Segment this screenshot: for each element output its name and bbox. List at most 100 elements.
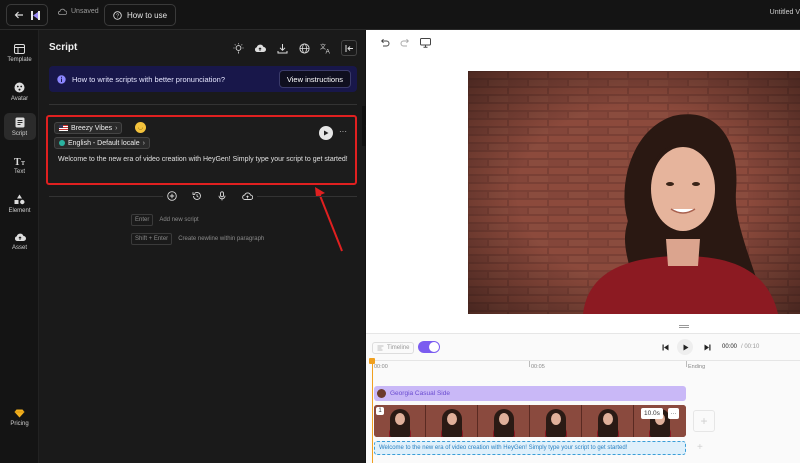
tick-line [529, 361, 530, 367]
skip-back-button[interactable] [657, 339, 673, 355]
avatar-thumbnail [377, 389, 386, 398]
language-button[interactable] [297, 41, 311, 55]
nav-label-avatar: Avatar [10, 96, 29, 102]
microphone-icon[interactable] [217, 191, 227, 201]
add-script-button[interactable]: + [697, 442, 703, 453]
collapse-panel-button[interactable] [341, 40, 357, 56]
us-flag-icon [59, 125, 68, 131]
script-icon [15, 117, 24, 128]
chevron-right-icon: › [115, 124, 118, 132]
template-icon [14, 44, 25, 54]
resize-grip[interactable] [679, 325, 689, 328]
locale-selector[interactable]: English - Default locale › [54, 137, 150, 149]
nav-item-template[interactable]: Template [0, 40, 39, 66]
emotion-icon[interactable]: ◡ [135, 122, 146, 133]
more-options-button[interactable]: ··· [339, 127, 347, 136]
timeline-label-chip[interactable]: Timeline [372, 342, 415, 354]
total-time: / 00:10 [741, 344, 760, 350]
locale-name: English - Default locale [68, 139, 140, 147]
chevron-right-icon: › [142, 139, 145, 147]
nav-item-pricing[interactable]: Pricing [0, 405, 39, 430]
svg-text:A: A [326, 48, 331, 54]
divider [49, 104, 357, 105]
help-icon: ? [113, 10, 122, 20]
redo-icon[interactable] [400, 38, 410, 48]
canvas-toolbar [380, 38, 431, 48]
clip-duration[interactable]: 10.0s [641, 408, 663, 419]
cloud-icon [58, 8, 67, 15]
nav-item-element[interactable]: Element [0, 190, 39, 217]
view-instructions-button[interactable]: View instructions [278, 70, 351, 88]
globe-icon [298, 42, 310, 54]
avatar-track[interactable]: Georgia Casual Side [374, 386, 686, 401]
undo-icon[interactable] [380, 38, 390, 48]
video-preview[interactable] [468, 71, 800, 314]
clip-more-button[interactable]: ··· [668, 408, 679, 419]
how-to-use-label: How to use [127, 10, 168, 20]
timeline-toggle[interactable] [418, 341, 440, 353]
cloud-upload-icon [254, 44, 266, 52]
avatar-icon [14, 82, 25, 93]
asset-icon [14, 233, 26, 241]
app-window: Unsaved ? How to use Untitled V Template… [0, 0, 800, 463]
nav-item-script[interactable]: Script [0, 113, 39, 140]
voice-selector[interactable]: Breezy Vibes › [54, 122, 123, 134]
hint-shift-text: Create newline within paragraph [178, 236, 265, 242]
back-button[interactable] [6, 4, 48, 26]
play-button[interactable] [677, 339, 693, 355]
script-text[interactable]: Welcome to the new era of video creation… [58, 154, 350, 165]
monitor-icon[interactable] [420, 38, 431, 48]
skip-forward-button[interactable] [699, 339, 715, 355]
left-nav: Template Avatar Script TT Text Element A… [0, 30, 39, 463]
light-bulb-icon [233, 42, 243, 53]
download-icon [277, 43, 287, 53]
translate-button[interactable]: 文A [319, 41, 333, 55]
skip-back-icon [662, 344, 668, 350]
shift-enter-key: Shift + Enter [131, 233, 173, 245]
play-icon [683, 344, 688, 350]
script-card[interactable]: Breezy Vibes › ◡ English - Default local… [46, 115, 357, 185]
video-thumbnail [478, 405, 530, 437]
logo-icon [30, 10, 40, 20]
arrow-left-icon [14, 11, 23, 19]
collapse-left-icon [345, 44, 353, 52]
hint-shift-enter: Shift + Enter Create newline within para… [131, 233, 264, 245]
svg-text:T: T [21, 161, 25, 166]
download-button[interactable] [275, 41, 289, 55]
element-icon [14, 194, 25, 205]
history-icon[interactable] [192, 191, 202, 201]
voice-name: Breezy Vibes [71, 124, 113, 132]
upload-button[interactable] [253, 41, 267, 55]
how-to-use-button[interactable]: ? How to use [104, 4, 177, 26]
nav-item-avatar[interactable]: Avatar [0, 78, 39, 105]
cloud-upload-icon[interactable] [242, 191, 253, 201]
light-bulb-button[interactable] [231, 41, 245, 55]
playhead[interactable] [369, 358, 375, 463]
play-icon [324, 130, 329, 136]
save-status: Unsaved [58, 8, 99, 15]
add-circle-icon[interactable] [167, 191, 177, 201]
timeline-label: Timeline [387, 345, 410, 351]
nav-label-script: Script [11, 131, 28, 137]
banner-text: How to write scripts with better pronunc… [72, 74, 225, 84]
nav-label-element: Element [8, 208, 31, 214]
time-ruler[interactable]: 00:00 00:05 Ending [372, 360, 800, 372]
script-track[interactable]: Welcome to the new era of video creation… [374, 441, 686, 455]
nav-item-asset[interactable]: Asset [0, 228, 39, 254]
video-thumbnail [582, 405, 634, 437]
video-thumbnail [530, 405, 582, 437]
nav-label-template: Template [7, 57, 32, 63]
text-icon: TT [14, 157, 25, 166]
globe-dot-icon [59, 140, 65, 146]
project-title[interactable]: Untitled V [770, 9, 800, 16]
nav-item-text[interactable]: TT Text [0, 152, 39, 178]
script-actions [163, 191, 257, 201]
add-scene-button[interactable]: + [693, 410, 715, 432]
play-script-button[interactable] [319, 126, 333, 140]
hint-enter-text: Add new script [159, 217, 199, 223]
video-track[interactable] [374, 405, 686, 437]
enter-key: Enter [131, 214, 154, 226]
panel-toolbar: 文A [231, 40, 357, 56]
clip-number: 1 [376, 407, 384, 415]
timeline-icon [377, 345, 384, 351]
